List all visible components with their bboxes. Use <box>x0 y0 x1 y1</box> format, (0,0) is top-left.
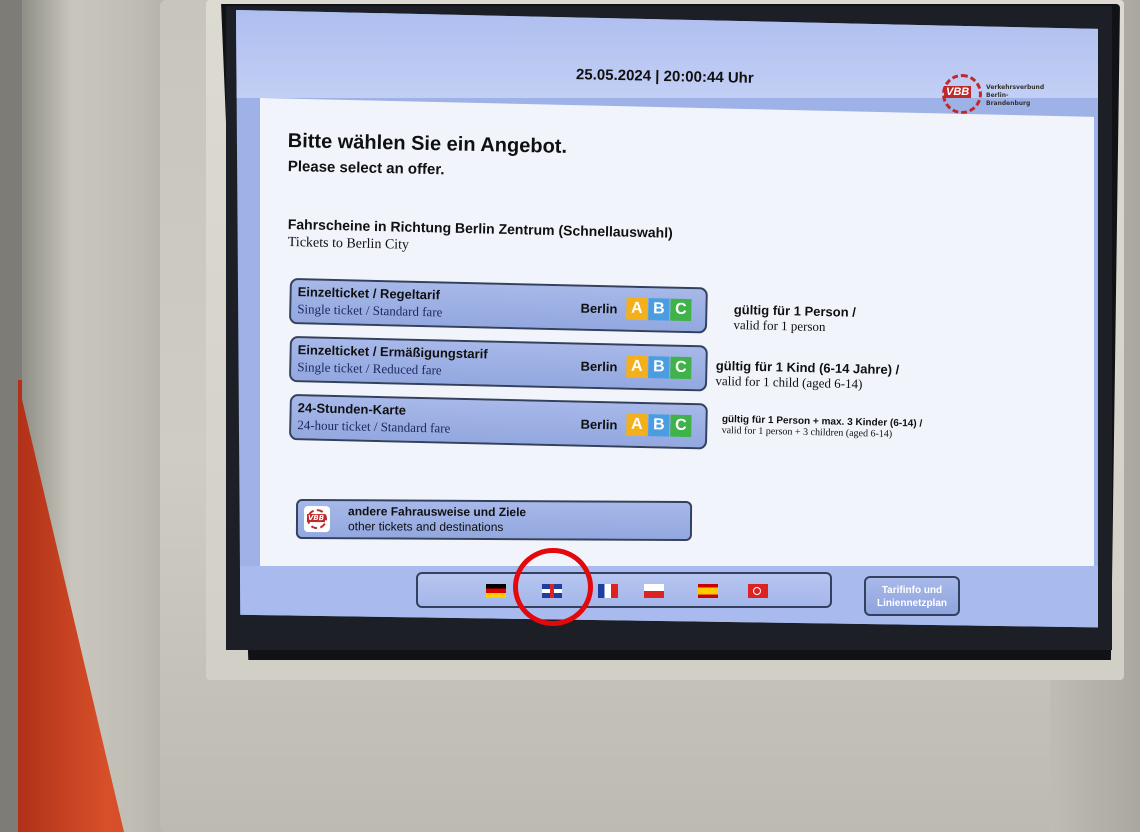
french-flag-icon[interactable] <box>598 584 618 598</box>
tariff-info-line1: Tarifinfo und <box>881 585 943 596</box>
ticket-validity-3: gültig für 1 Person + max. 3 Kinder (6-1… <box>722 414 923 441</box>
validity-en: valid for 1 person <box>733 316 826 335</box>
fare-zones: A B C <box>625 297 692 322</box>
vbb-small-mark: VBB <box>306 514 326 523</box>
red-highlight-circle <box>513 548 593 626</box>
fare-zones: A B C <box>625 413 692 438</box>
ticket-area: Berlin <box>580 416 618 433</box>
zone-a-badge: A <box>626 297 648 321</box>
vbb-logo-mark: VBB <box>944 86 972 98</box>
zone-c-badge: C <box>670 298 692 322</box>
zone-a-badge: A <box>626 413 648 437</box>
other-tickets-button[interactable]: VBB andere Fahrausweise und Ziele other … <box>295 498 693 542</box>
touchscreen: 25.05.2024 | 20:00:44 Uhr VBB Verkehrsve… <box>236 10 1098 628</box>
tariff-info-button[interactable]: Tarifinfo und Liniennetzplan <box>864 576 960 616</box>
ticket-area: Berlin <box>580 358 618 375</box>
vbb-small-logo-icon: VBB <box>303 506 331 533</box>
zone-c-badge: C <box>670 356 692 380</box>
zone-a-badge: A <box>626 355 648 379</box>
vbb-logo: VBB Verkehrsverbund Berlin-Brandenburg <box>942 74 1062 116</box>
ticket-name-en: 24-hour ticket / Standard fare <box>297 417 451 436</box>
other-tickets-en: other tickets and destinations <box>347 519 504 535</box>
polish-flag-icon[interactable] <box>644 584 664 598</box>
zone-b-badge: B <box>648 356 670 379</box>
ticket-area: Berlin <box>580 300 618 317</box>
ticket-name-en: Single ticket / Standard fare <box>297 301 443 320</box>
spanish-flag-icon[interactable] <box>698 584 718 598</box>
section-subtitle: Tickets to Berlin City <box>287 235 410 253</box>
german-flag-icon[interactable] <box>486 584 506 598</box>
ticket-machine: 25.05.2024 | 20:00:44 Uhr VBB Verkehrsve… <box>0 0 1140 832</box>
page-subtitle: Please select an offer. <box>287 158 445 179</box>
zone-c-badge: C <box>670 414 692 438</box>
language-bar <box>416 572 832 608</box>
turkish-flag-icon[interactable] <box>748 584 768 598</box>
ticket-validity-1: gültig für 1 Person / valid for 1 person <box>733 302 856 336</box>
vbb-logo-text: Verkehrsverbund Berlin-Brandenburg <box>986 84 1045 107</box>
other-tickets-de: andere Fahrausweise und Ziele <box>348 504 527 520</box>
fare-zones: A B C <box>625 355 692 380</box>
ticket-name-de: Einzelticket / Regeltarif <box>297 284 441 303</box>
ticket-name-de: Einzelticket / Ermäßigungstarif <box>297 342 488 362</box>
ticket-name-de: 24-Stunden-Karte <box>297 400 407 418</box>
ticket-validity-2: gültig für 1 Kind (6-14 Jahre) / valid f… <box>715 358 899 393</box>
zone-b-badge: B <box>648 414 670 437</box>
ticket-button-single-standard[interactable]: Einzelticket / Regeltarif Single ticket … <box>288 278 708 334</box>
ticket-button-24h[interactable]: 24-Stunden-Karte 24-hour ticket / Standa… <box>288 394 708 450</box>
tariff-info-line2: Liniennetzplan <box>877 598 947 609</box>
ticket-button-single-reduced[interactable]: Einzelticket / Ermäßigungstarif Single t… <box>288 336 708 392</box>
ticket-name-en: Single ticket / Reduced fare <box>297 359 442 378</box>
zone-b-badge: B <box>648 298 670 321</box>
